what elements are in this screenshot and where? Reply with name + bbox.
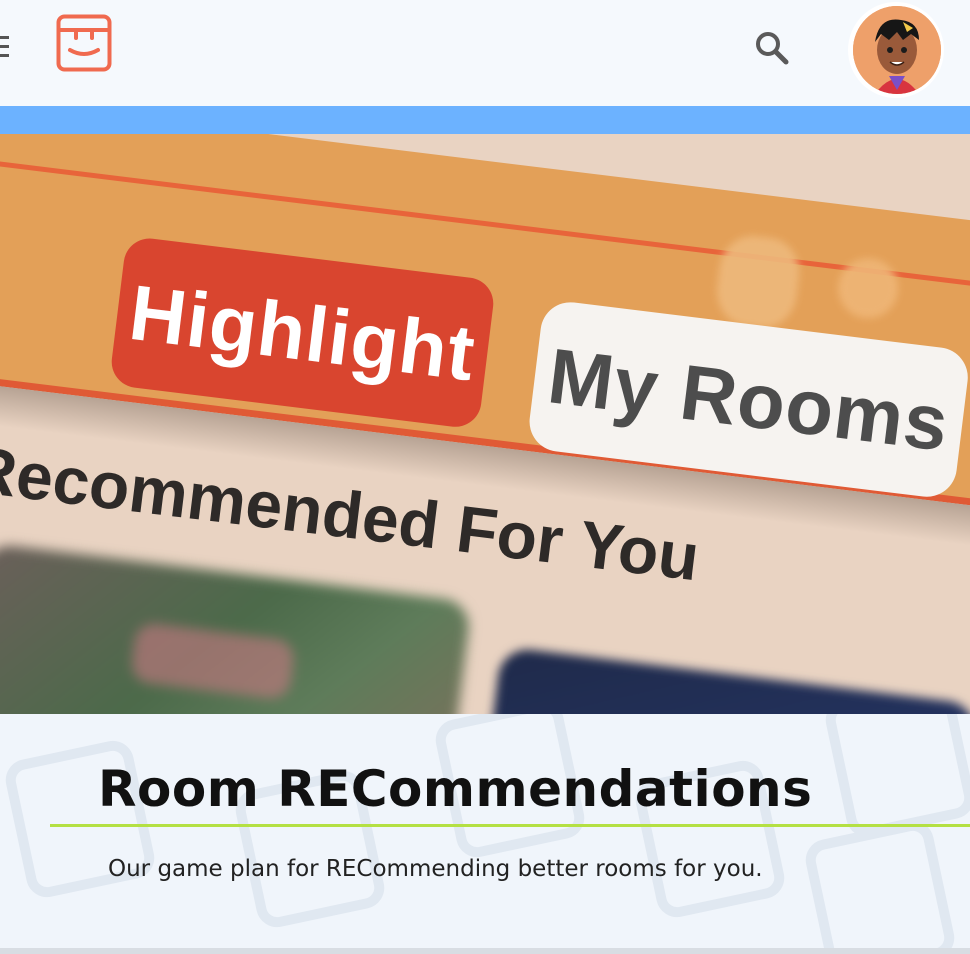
hero-app-screenshot: Highlight My Rooms Recommended For You [0, 134, 970, 714]
hero-image: Highlight My Rooms Recommended For You [0, 134, 970, 714]
title-divider [50, 824, 970, 827]
hamburger-menu-icon[interactable] [0, 36, 9, 58]
account-button[interactable] [848, 2, 944, 98]
top-header [0, 0, 970, 106]
room-thumbnail [470, 646, 970, 714]
search-icon [756, 32, 789, 65]
logo-pattern-background [5, 714, 970, 948]
article-card[interactable]: Room RECommendations Our game plan for R… [0, 714, 970, 948]
rec-room-logo-icon[interactable] [56, 14, 112, 72]
article-subtitle: Our game plan for RECommending better ro… [108, 856, 763, 882]
room-thumbnail [0, 542, 472, 714]
article-title[interactable]: Room RECommendations [98, 760, 812, 818]
user-avatar [853, 6, 941, 94]
accent-bar [0, 106, 970, 134]
card-bottom-edge [0, 948, 970, 954]
search-button[interactable] [752, 28, 792, 68]
